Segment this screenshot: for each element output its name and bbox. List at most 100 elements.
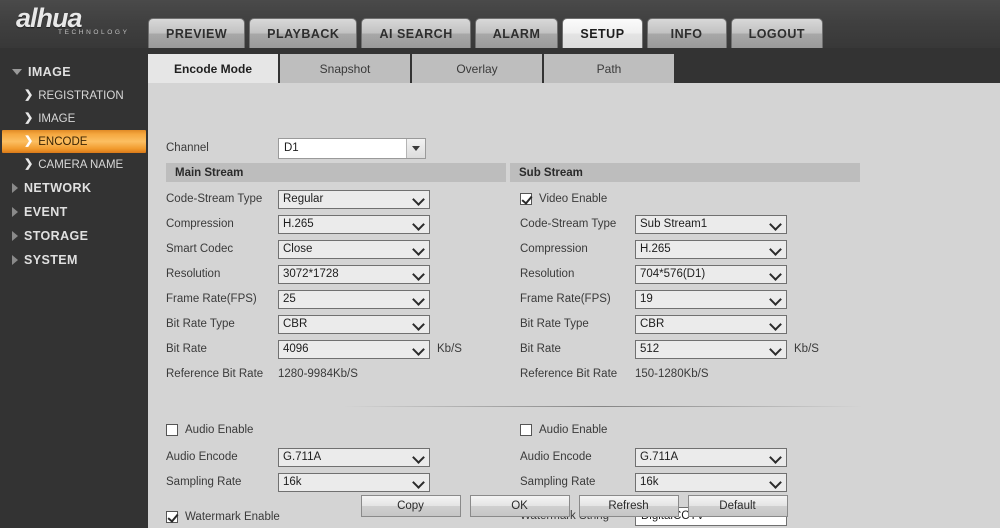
sub-resolution-select[interactable]: 704*576(D1) <box>635 264 787 284</box>
sub-bit-rate-label: Bit Rate <box>520 343 561 355</box>
sub-code-stream-type-select[interactable]: Sub Stream1 <box>635 214 787 234</box>
content-area: Encode Mode Snapshot Overlay Path Channe… <box>148 48 1000 528</box>
main-resolution-select[interactable]: 3072*1728 <box>278 264 430 284</box>
copy-button[interactable]: Copy <box>360 495 461 517</box>
sidebar-item-encode[interactable]: ❯ ENCODE <box>2 130 146 153</box>
main-code-stream-type-row: Code-Stream Type Regular <box>166 189 430 209</box>
channel-label: Channel <box>166 142 209 154</box>
chevron-down-icon <box>770 219 781 230</box>
sidebar-item-encode-label: ENCODE <box>38 135 88 148</box>
sidebar-group-storage[interactable]: STORAGE <box>0 224 148 248</box>
sub-resolution-value: 704*576(D1) <box>640 268 706 280</box>
sub-audio-enable-checkbox[interactable] <box>520 424 532 436</box>
main-bit-rate-select[interactable]: 4096 <box>278 339 430 359</box>
main-smart-codec-select[interactable]: Close <box>278 239 430 259</box>
chevron-right-icon: ❯ <box>24 135 34 147</box>
sub-audio-enable-row[interactable]: Audio Enable <box>520 421 607 439</box>
sub-sampling-rate-select[interactable]: 16k <box>635 472 787 492</box>
sidebar-group-system[interactable]: SYSTEM <box>0 248 148 272</box>
sub-video-enable-label: Video Enable <box>539 193 608 205</box>
main-frame-rate-select[interactable]: 25 <box>278 289 430 309</box>
nav-tab-logout[interactable]: LOGOUT <box>730 18 824 48</box>
nav-tab-setup[interactable]: SETUP <box>562 18 643 48</box>
sidebar-group-event-label: EVENT <box>24 205 68 219</box>
sub-code-stream-type-row: Code-Stream Type Sub Stream1 <box>520 214 787 234</box>
sub-video-enable-row[interactable]: Video Enable <box>520 190 607 208</box>
sidebar-item-registration[interactable]: ❯ REGISTRATION <box>0 84 148 107</box>
main-sampling-rate-select[interactable]: 16k <box>278 472 430 492</box>
sub-sampling-rate-value: 16k <box>640 476 659 488</box>
sub-compression-select[interactable]: H.265 <box>635 239 787 259</box>
sub-sampling-rate-row: Sampling Rate 16k <box>520 472 787 492</box>
sidebar-group-event[interactable]: EVENT <box>0 200 148 224</box>
sub-compression-label: Compression <box>520 243 588 255</box>
chevron-down-icon <box>770 477 781 488</box>
main-smart-codec-label: Smart Codec <box>166 243 234 255</box>
main-compression-row: Compression H.265 <box>166 214 430 234</box>
channel-select[interactable]: D1 <box>278 137 426 159</box>
main-sampling-rate-row: Sampling Rate 16k <box>166 472 430 492</box>
subtab-path[interactable]: Path <box>544 54 676 83</box>
triangle-right-icon <box>12 231 18 241</box>
chevron-down-icon <box>770 294 781 305</box>
main-resolution-value: 3072*1728 <box>283 268 339 280</box>
sidebar-group-network-label: NETWORK <box>24 181 92 195</box>
refresh-button[interactable]: Refresh <box>578 495 679 517</box>
sub-bit-rate-select[interactable]: 512 <box>635 339 787 359</box>
triangle-down-icon[interactable] <box>406 138 425 158</box>
main-audio-enable-row[interactable]: Audio Enable <box>166 421 253 439</box>
main-audio-enable-checkbox[interactable] <box>166 424 178 436</box>
subtab-overlay[interactable]: Overlay <box>412 54 544 83</box>
sub-video-enable-checkbox[interactable] <box>520 193 532 205</box>
action-button-bar: Copy OK Refresh Default <box>148 495 1000 517</box>
main-bit-rate-row: Bit Rate 4096 Kb/S <box>166 339 462 359</box>
main-reference-bit-rate-row: Reference Bit Rate 1280-9984Kb/S <box>166 364 358 384</box>
default-button[interactable]: Default <box>687 495 788 517</box>
subtab-encode-mode[interactable]: Encode Mode <box>148 54 280 83</box>
main-code-stream-type-select[interactable]: Regular <box>278 189 430 209</box>
main-bit-rate-type-label: Bit Rate Type <box>166 318 235 330</box>
nav-tab-info[interactable]: INFO <box>646 18 727 48</box>
sub-sampling-rate-label: Sampling Rate <box>520 476 596 488</box>
sub-bit-rate-unit: Kb/S <box>794 343 819 355</box>
main-code-stream-type-label: Code-Stream Type <box>166 193 263 205</box>
sidebar-item-image-label: IMAGE <box>38 112 76 125</box>
nav-tab-preview[interactable]: PREVIEW <box>148 18 246 48</box>
ok-button[interactable]: OK <box>469 495 570 517</box>
chevron-down-icon <box>770 452 781 463</box>
chevron-down-icon <box>770 244 781 255</box>
sidebar-group-image[interactable]: IMAGE <box>0 60 148 84</box>
sidebar-group-system-label: SYSTEM <box>24 253 78 267</box>
chevron-right-icon: ❯ <box>24 158 34 170</box>
sub-compression-value: H.265 <box>640 243 671 255</box>
nav-tab-alarm[interactable]: ALARM <box>474 18 559 48</box>
sub-code-stream-type-value: Sub Stream1 <box>640 218 708 230</box>
main-bit-rate-type-select[interactable]: CBR <box>278 314 430 334</box>
main-audio-encode-select[interactable]: G.711A <box>278 447 430 467</box>
sub-code-stream-type-label: Code-Stream Type <box>520 218 617 230</box>
sub-compression-row: Compression H.265 <box>520 239 787 259</box>
subtab-snapshot[interactable]: Snapshot <box>280 54 412 83</box>
sub-audio-encode-select[interactable]: G.711A <box>635 447 787 467</box>
sub-reference-bit-rate-row: Reference Bit Rate 150-1280Kb/S <box>520 364 709 384</box>
sidebar-group-network[interactable]: NETWORK <box>0 176 148 200</box>
sub-audio-encode-row: Audio Encode G.711A <box>520 447 787 467</box>
main-audio-encode-row: Audio Encode G.711A <box>166 447 430 467</box>
chevron-down-icon <box>413 344 424 355</box>
main-compression-select[interactable]: H.265 <box>278 214 430 234</box>
encode-mode-panel: Channel D1 Main Stream Sub Stream Code-S… <box>148 83 1000 528</box>
section-divider <box>343 406 863 407</box>
logo-wordmark: alhua <box>16 3 83 33</box>
sidebar-item-camera-name[interactable]: ❯ CAMERA NAME <box>0 153 148 176</box>
main-bit-rate-type-value: CBR <box>283 318 308 330</box>
main-smart-codec-value: Close <box>283 243 313 255</box>
chevron-right-icon: ❯ <box>24 89 34 101</box>
sub-bit-rate-type-select[interactable]: CBR <box>635 314 787 334</box>
sidebar-item-image[interactable]: ❯ IMAGE <box>0 107 148 130</box>
sidebar-group-storage-label: STORAGE <box>24 229 89 243</box>
nav-tab-ai-search[interactable]: AI SEARCH <box>361 18 471 48</box>
chevron-down-icon <box>413 194 424 205</box>
sub-reference-bit-rate-label: Reference Bit Rate <box>520 368 618 380</box>
nav-tab-playback[interactable]: PLAYBACK <box>249 18 358 48</box>
sub-frame-rate-select[interactable]: 19 <box>635 289 787 309</box>
